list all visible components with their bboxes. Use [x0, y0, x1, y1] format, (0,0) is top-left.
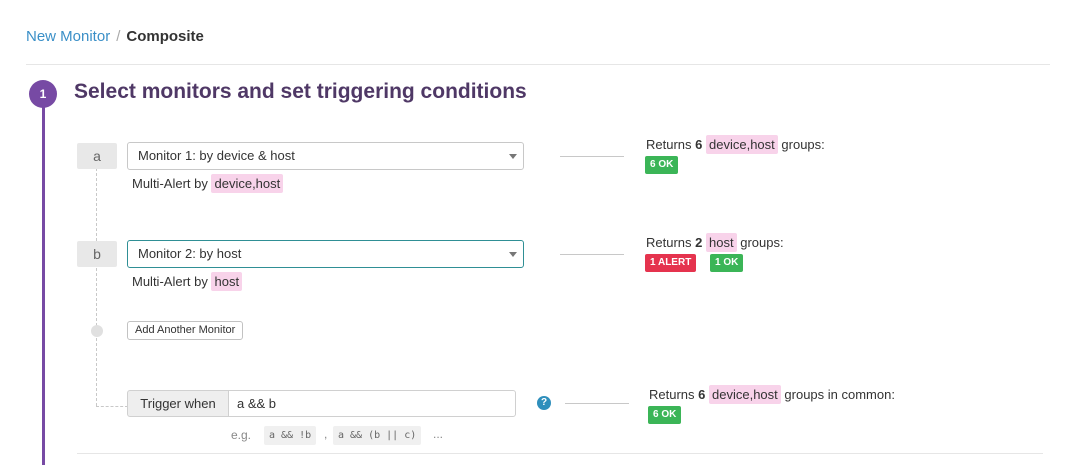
example-expression: a && (b || c) [333, 426, 422, 445]
connector-elbow [96, 406, 128, 407]
result-prefix: Returns [646, 235, 692, 250]
trigger-expression-input[interactable] [228, 390, 516, 417]
monitor-a-selected-value: Monitor 1: by device & host [138, 148, 295, 163]
breadcrumb-new-monitor-link[interactable]: New Monitor [26, 28, 110, 45]
group-tag: device,host [211, 174, 284, 193]
result-connector [565, 403, 629, 404]
breadcrumb-current: Composite [126, 28, 204, 45]
examples-prefix: e.g. [231, 428, 252, 442]
status-badge-ok: 6 OK [645, 156, 679, 174]
result-prefix: Returns [649, 387, 695, 402]
result-group-tag: host [706, 233, 737, 252]
question-circle-icon[interactable]: ? [537, 396, 551, 410]
status-badge-ok: 1 OK [710, 254, 744, 272]
example-expression: a && !b [264, 426, 317, 445]
monitor-letter-b: b [77, 241, 117, 267]
chevron-down-icon [509, 252, 517, 257]
result-prefix: Returns [646, 137, 692, 152]
result-group-tag: device,host [706, 135, 778, 154]
breadcrumb-separator: / [116, 28, 121, 45]
result-connector [560, 254, 624, 255]
examples-separator: , [324, 427, 328, 441]
connector-line [96, 168, 97, 406]
group-tag: host [211, 272, 243, 291]
breadcrumb: New Monitor / Composite [26, 28, 204, 45]
trigger-result: Returns 6 device,host groups in common: [649, 385, 895, 404]
multi-alert-label: Multi-Alert by [132, 274, 208, 289]
trigger-when-label: Trigger when [127, 390, 229, 417]
examples-ellipsis: ... [433, 427, 444, 441]
status-badge-ok: 6 OK [648, 406, 682, 424]
section-title: Select monitors and set triggering condi… [74, 80, 527, 103]
status-badge-alert: 1 ALERT [645, 254, 697, 272]
header-divider [26, 64, 1050, 65]
monitor-a-multi-alert: Multi-Alert by device,host [132, 174, 284, 193]
multi-alert-label: Multi-Alert by [132, 176, 208, 191]
monitor-b-result: Returns 2 host groups: [646, 233, 784, 252]
chevron-down-icon [509, 154, 517, 159]
result-group-tag: device,host [709, 385, 781, 404]
step-progress-line [42, 106, 45, 465]
result-suffix: groups: [781, 137, 825, 152]
monitor-b-multi-alert: Multi-Alert by host [132, 272, 243, 291]
add-monitor-node [91, 325, 103, 337]
result-suffix: groups: [740, 235, 784, 250]
add-another-monitor-button[interactable]: Add Another Monitor [127, 321, 244, 340]
result-count: 6 [695, 137, 703, 152]
monitor-b-selected-value: Monitor 2: by host [138, 246, 242, 261]
section-divider [77, 453, 1043, 454]
result-count: 2 [695, 235, 703, 250]
result-suffix: groups in common: [784, 387, 895, 402]
monitor-letter-a: a [77, 143, 117, 169]
result-connector [560, 156, 624, 157]
result-count: 6 [698, 387, 706, 402]
monitor-b-select[interactable]: Monitor 2: by host [127, 240, 524, 268]
monitor-a-result: Returns 6 device,host groups: [646, 135, 825, 154]
monitor-a-select[interactable]: Monitor 1: by device & host [127, 142, 524, 170]
step-number-badge: 1 [29, 80, 57, 108]
